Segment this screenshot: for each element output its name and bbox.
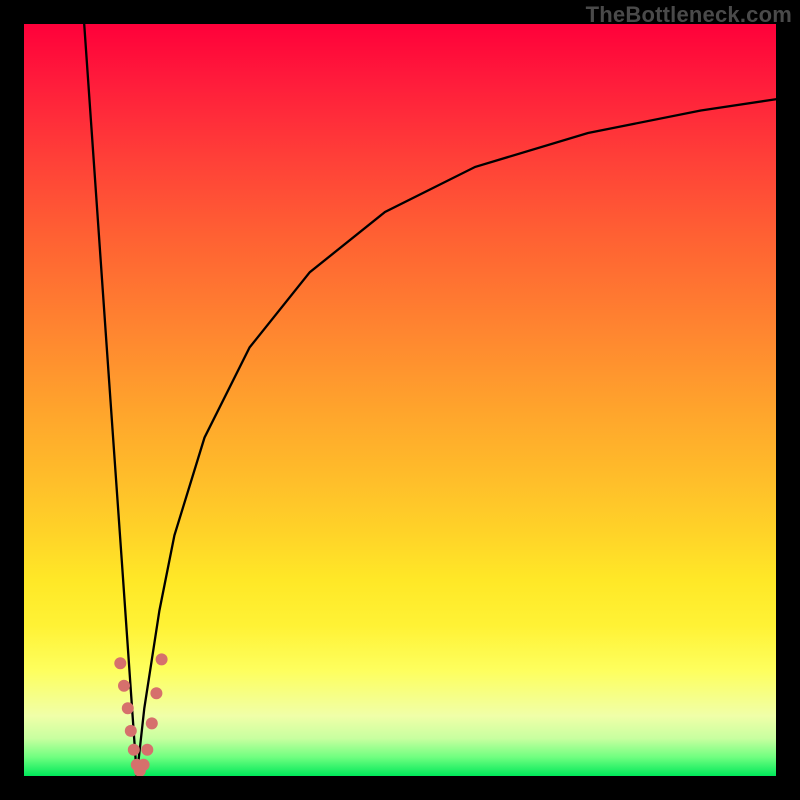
plot-area [24,24,776,776]
chart-frame: TheBottleneck.com [0,0,800,800]
vertex-marker [114,657,126,669]
vertex-marker [138,759,150,771]
right-branch-curve [137,99,776,776]
vertex-marker [141,744,153,756]
vertex-marker [122,702,134,714]
vertex-marker [128,744,140,756]
left-branch-curve [84,24,137,776]
curves-layer [24,24,776,776]
vertex-marker [150,687,162,699]
vertex-marker-group [114,653,167,776]
watermark-text: TheBottleneck.com [586,2,792,28]
vertex-marker [156,653,168,665]
vertex-marker [146,717,158,729]
vertex-marker [125,725,137,737]
vertex-marker [118,680,130,692]
